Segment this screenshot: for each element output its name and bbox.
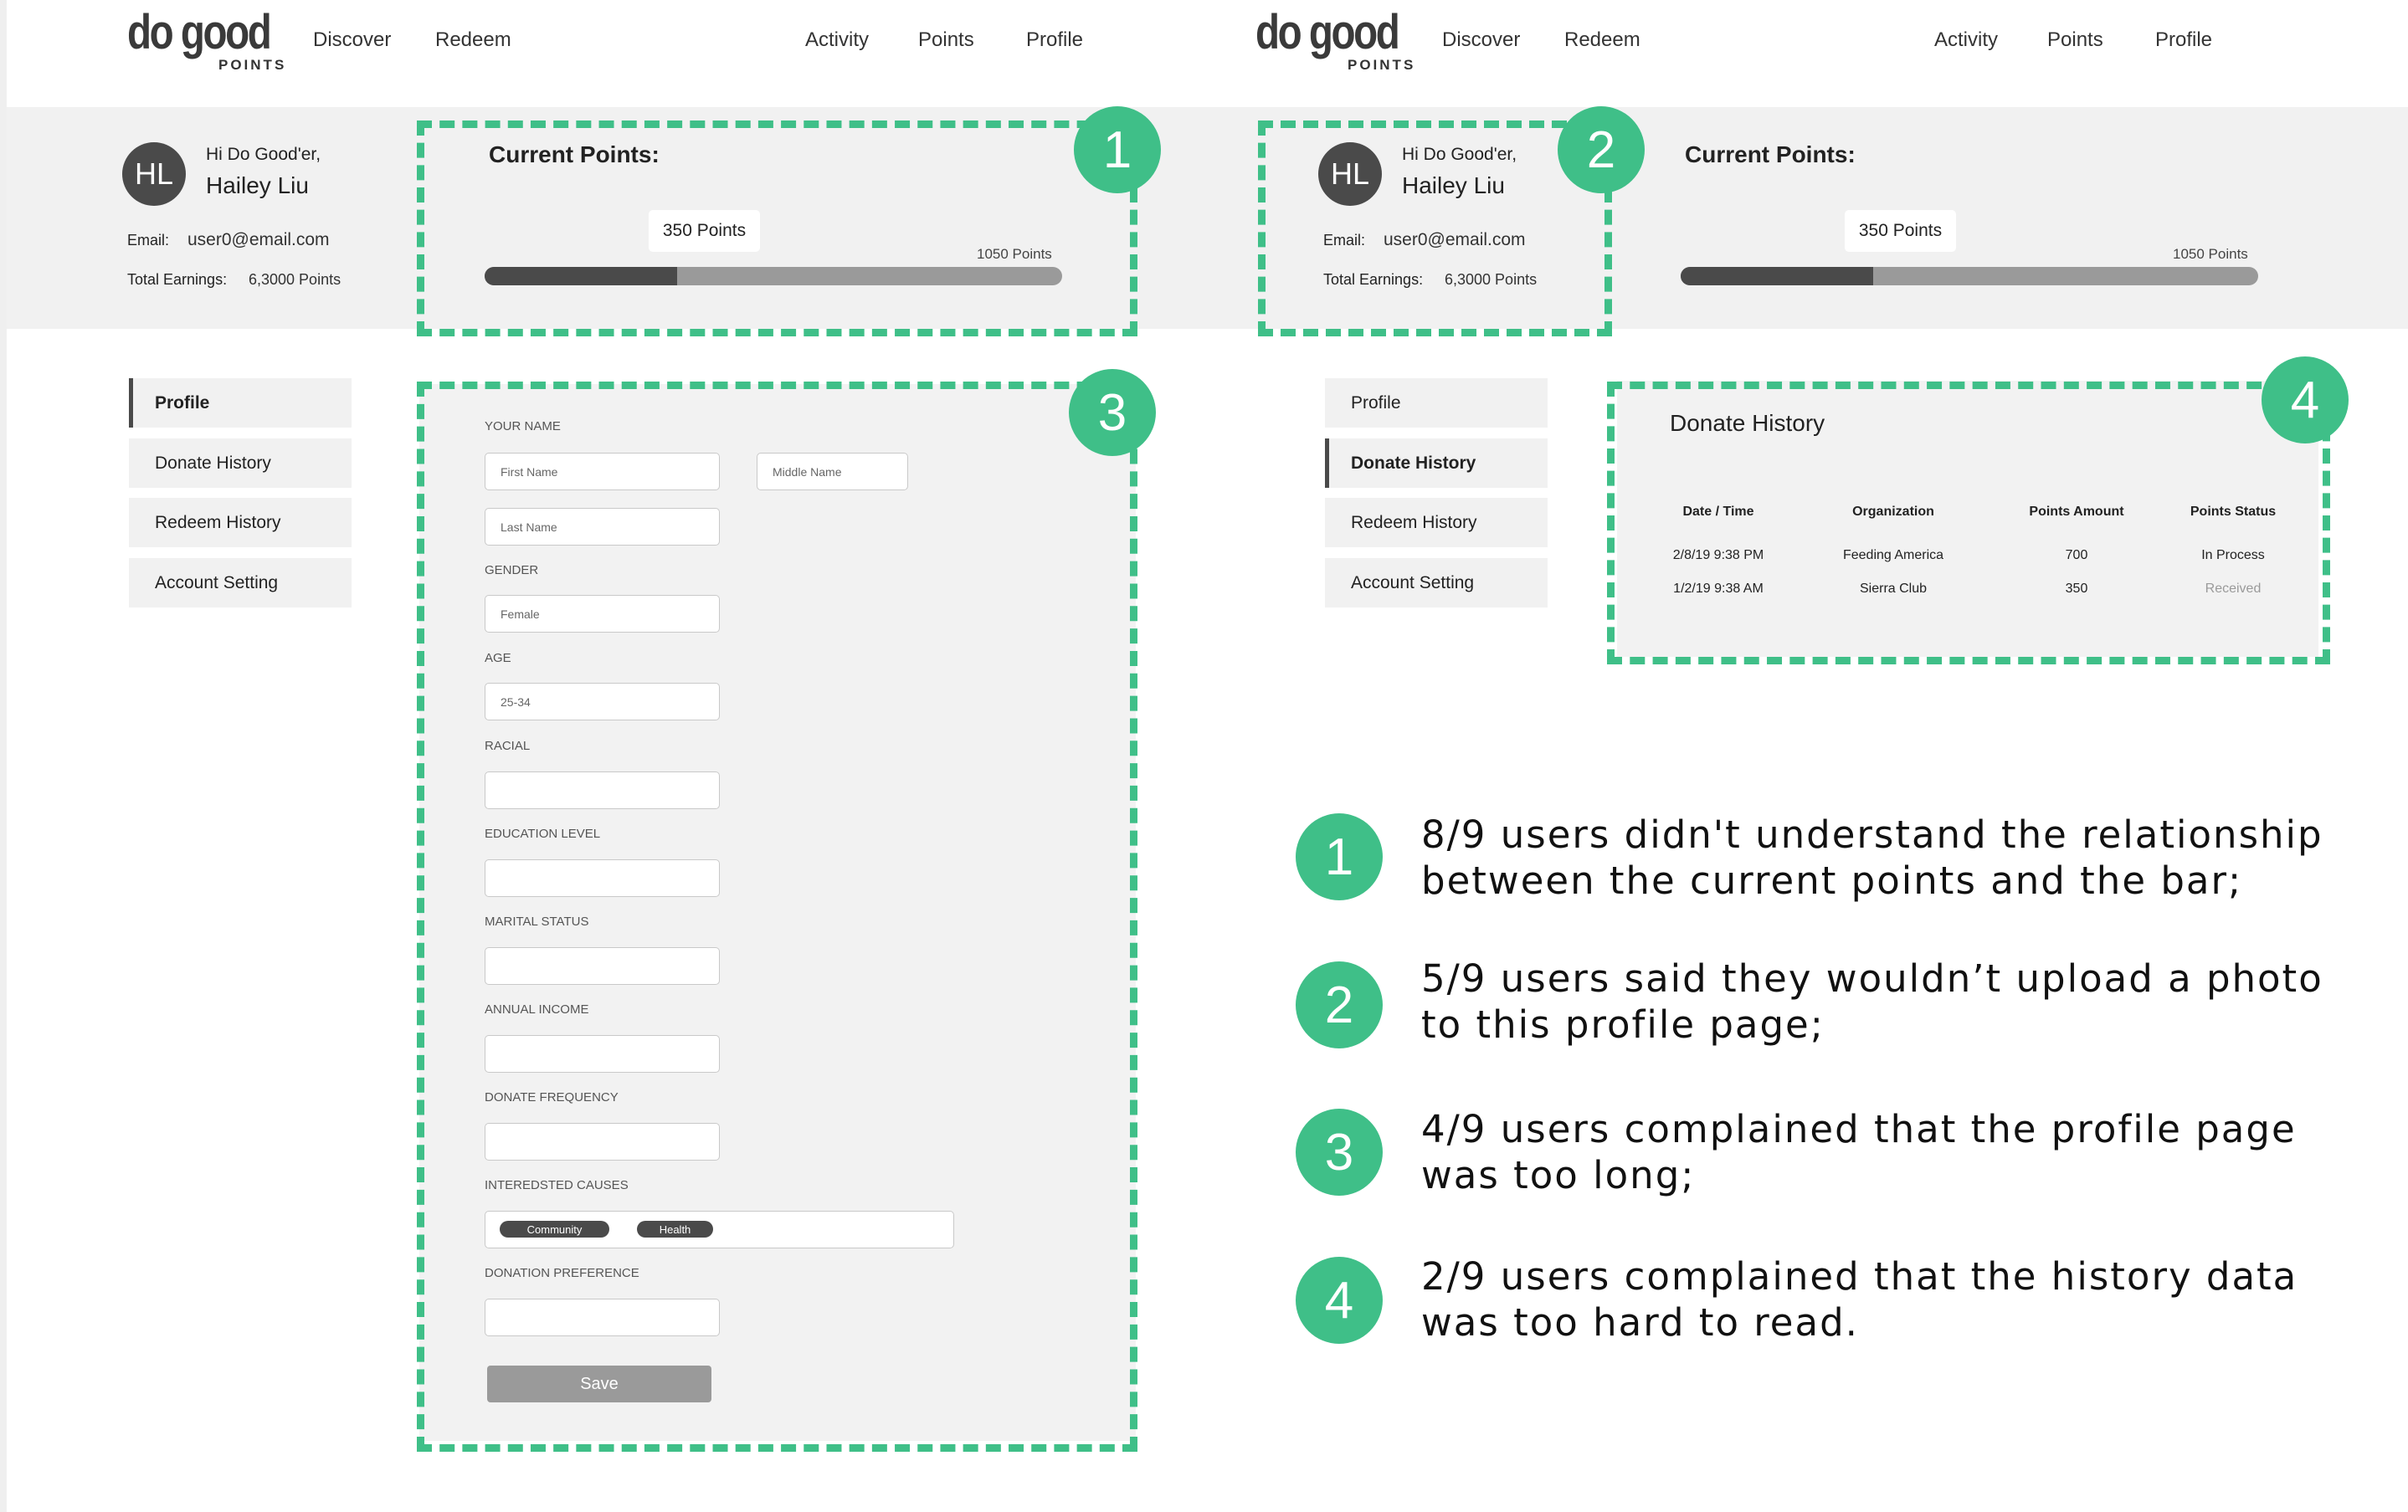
sidebar-item-profile[interactable]: Profile bbox=[129, 378, 352, 428]
sidebar-item-profile[interactable]: Profile bbox=[1325, 378, 1548, 428]
earnings-label: Total Earnings: bbox=[127, 271, 228, 288]
badge-4: 4 bbox=[2262, 356, 2349, 443]
finding-badge-1: 1 bbox=[1296, 813, 1383, 900]
badge-1: 1 bbox=[1074, 106, 1161, 193]
points-progress-bar bbox=[1681, 267, 2258, 285]
nav-discover[interactable]: Discover bbox=[313, 28, 391, 52]
greeting: Hi Do Good'er, bbox=[206, 145, 321, 164]
avatar[interactable]: HL bbox=[122, 142, 186, 206]
sidebar-item-redeem-history[interactable]: Redeem History bbox=[129, 498, 352, 547]
sidebar-item-account-setting[interactable]: Account Setting bbox=[129, 558, 352, 607]
sidebar-item-redeem-history[interactable]: Redeem History bbox=[1325, 498, 1548, 547]
finding-line: to this profile page; bbox=[1421, 1002, 1825, 1047]
highlight-box-3 bbox=[417, 382, 1137, 1452]
finding-4-text: 2/9 users complained that the history da… bbox=[1421, 1253, 2298, 1345]
finding-line: was too hard to read. bbox=[1421, 1300, 1859, 1345]
finding-line: 8/9 users didn't understand the relation… bbox=[1421, 812, 2323, 857]
finding-badge-4: 4 bbox=[1296, 1257, 1383, 1344]
badge-3: 3 bbox=[1069, 369, 1156, 456]
logo[interactable]: do good bbox=[127, 8, 272, 57]
badge-2: 2 bbox=[1558, 106, 1645, 193]
finding-line: 2/9 users complained that the history da… bbox=[1421, 1254, 2298, 1299]
page-edge bbox=[0, 0, 7, 1512]
header-band bbox=[7, 107, 2408, 329]
finding-badge-3: 3 bbox=[1296, 1109, 1383, 1196]
sidebar-item-donate-history[interactable]: Donate History bbox=[1325, 438, 1548, 488]
nav-profile[interactable]: Profile bbox=[1026, 28, 1083, 52]
nav-activity[interactable]: Activity bbox=[1934, 28, 1998, 52]
finding-3-text: 4/9 users complained that the profile pa… bbox=[1421, 1106, 2297, 1198]
finding-1-text: 8/9 users didn't understand the relation… bbox=[1421, 812, 2323, 904]
email-label: Email: bbox=[127, 232, 170, 249]
nav-points[interactable]: Points bbox=[2047, 28, 2103, 52]
finding-badge-2: 2 bbox=[1296, 961, 1383, 1048]
nav-points[interactable]: Points bbox=[918, 28, 974, 52]
finding-line: between the current points and the bar; bbox=[1421, 859, 2243, 903]
points-tooltip: 350 Points bbox=[1845, 210, 1956, 252]
sidebar-item-account-setting[interactable]: Account Setting bbox=[1325, 558, 1548, 607]
highlight-box-1 bbox=[417, 120, 1137, 336]
earnings-value: 6,3000 Points bbox=[249, 271, 341, 288]
nav-redeem[interactable]: Redeem bbox=[435, 28, 511, 52]
user-name: Hailey Liu bbox=[206, 172, 309, 198]
highlight-box-4 bbox=[1607, 382, 2330, 664]
nav-profile[interactable]: Profile bbox=[2155, 28, 2212, 52]
logo[interactable]: do good bbox=[1255, 8, 1400, 57]
finding-line: 5/9 users said they wouldn’t upload a ph… bbox=[1421, 956, 2323, 1001]
points-progress-fill bbox=[1681, 267, 1873, 285]
current-points-title: Current Points: bbox=[1685, 141, 1856, 167]
finding-line: was too long; bbox=[1421, 1153, 1696, 1197]
nav-redeem[interactable]: Redeem bbox=[1564, 28, 1640, 52]
email-value: user0@email.com bbox=[187, 230, 330, 249]
nav-activity[interactable]: Activity bbox=[805, 28, 869, 52]
logo-subtitle: POINTS bbox=[218, 57, 287, 73]
sidebar-item-donate-history[interactable]: Donate History bbox=[129, 438, 352, 488]
finding-line: 4/9 users complained that the profile pa… bbox=[1421, 1107, 2297, 1151]
logo-subtitle: POINTS bbox=[1348, 57, 1416, 73]
points-max-label: 1050 Points bbox=[2173, 246, 2248, 262]
nav-discover[interactable]: Discover bbox=[1442, 28, 1520, 52]
finding-2-text: 5/9 users said they wouldn’t upload a ph… bbox=[1421, 956, 2323, 1048]
